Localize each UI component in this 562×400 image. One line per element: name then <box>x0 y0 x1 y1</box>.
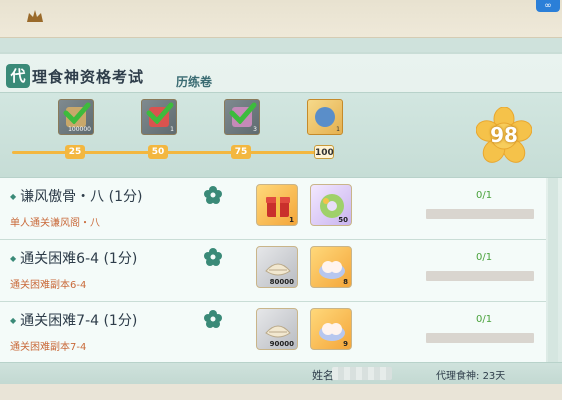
total-score: 98 <box>490 123 518 147</box>
milestone-reward-3[interactable]: 3 <box>224 99 260 135</box>
check-icon <box>63 102 91 124</box>
reward-count: 1 <box>336 126 340 133</box>
name-label: 姓名 <box>312 369 334 382</box>
check-icon <box>229 102 257 124</box>
reward-count: 3 <box>253 126 257 133</box>
title-tag: 代 <box>6 64 30 88</box>
reward-coin-pouch[interactable]: 90000 <box>256 308 298 350</box>
task-row[interactable]: 通关困难6-4 (1分) 通关困难副本6-4 80000 8 0/1 <box>0 240 546 302</box>
reward-bun-plate[interactable]: 8 <box>310 246 352 288</box>
footer-bar: 姓名 代理食神: 23天 <box>0 362 562 384</box>
task-desc: 单人通关谦风阁・八 <box>10 218 100 229</box>
item-count: 80000 <box>269 278 294 286</box>
item-count: 9 <box>343 340 348 348</box>
task-title: 谦风傲骨・八 (1分) <box>10 186 142 206</box>
task-progress-text: 0/1 <box>476 190 493 201</box>
check-icon <box>146 102 174 124</box>
reward-jade-ring[interactable]: 50 <box>310 184 352 226</box>
task-progress-bar <box>426 333 534 343</box>
top-badge[interactable]: ∞ <box>536 0 560 12</box>
flower-icon <box>204 186 222 204</box>
reward-gift-box[interactable]: 1 <box>256 184 298 226</box>
crown-icon <box>27 10 43 22</box>
progress-track <box>12 151 330 154</box>
milestone-reward-1[interactable]: 100000 <box>58 99 94 135</box>
task-title: 通关困难7-4 (1分) <box>10 310 137 330</box>
scroll-rail[interactable] <box>548 178 558 364</box>
name-blurred <box>332 367 392 380</box>
bottom-edge <box>0 384 562 400</box>
task-desc: 通关困难副本6-4 <box>10 280 87 291</box>
milestone-marker: 100 <box>314 145 334 159</box>
flower-icon <box>204 248 222 266</box>
agent-days-value: 23天 <box>482 371 506 382</box>
milestone-marker: 50 <box>148 145 168 159</box>
task-title: 通关困难6-4 (1分) <box>10 248 137 268</box>
reward-coin-pouch[interactable]: 80000 <box>256 246 298 288</box>
flower-icon <box>204 310 222 328</box>
title-subtitle: 历练卷 <box>176 73 219 93</box>
reward-count: 1 <box>170 126 174 133</box>
task-row[interactable]: 通关困难7-4 (1分) 通关困难副本7-4 90000 9 0/1 <box>0 302 546 364</box>
progress-band: 100000 1 3 1 25 50 75 100 98 <box>0 92 562 178</box>
title-text: 理食神资格考试 <box>32 68 145 86</box>
task-progress-text: 0/1 <box>476 252 493 263</box>
item-count: 50 <box>338 216 348 224</box>
task-progress-bar <box>426 209 534 219</box>
task-progress-bar <box>426 271 534 281</box>
task-desc: 通关困难副本7-4 <box>10 342 87 353</box>
agent-days: 代理食神: 23天 <box>436 367 505 382</box>
agent-label: 代理食神: <box>436 371 480 382</box>
reward-bun-plate[interactable]: 9 <box>310 308 352 350</box>
milestone-reward-4[interactable]: 1 <box>307 99 343 135</box>
reward-count: 100000 <box>68 126 91 133</box>
exam-panel: 代 理食神资格考试 历练卷 100000 1 3 1 25 50 75 100 … <box>0 52 562 400</box>
task-row[interactable]: 谦风傲骨・八 (1分) 单人通关谦风阁・八 1 50 0/1 <box>0 178 546 240</box>
milestone-marker: 75 <box>231 145 251 159</box>
reward-item-icon <box>315 107 335 127</box>
item-count: 1 <box>289 216 294 224</box>
task-progress-text: 0/1 <box>476 314 493 325</box>
milestone-marker: 25 <box>65 145 85 159</box>
item-count: 90000 <box>269 340 294 348</box>
milestone-reward-2[interactable]: 1 <box>141 99 177 135</box>
item-count: 8 <box>343 278 348 286</box>
top-strip: ∞ <box>0 0 562 38</box>
